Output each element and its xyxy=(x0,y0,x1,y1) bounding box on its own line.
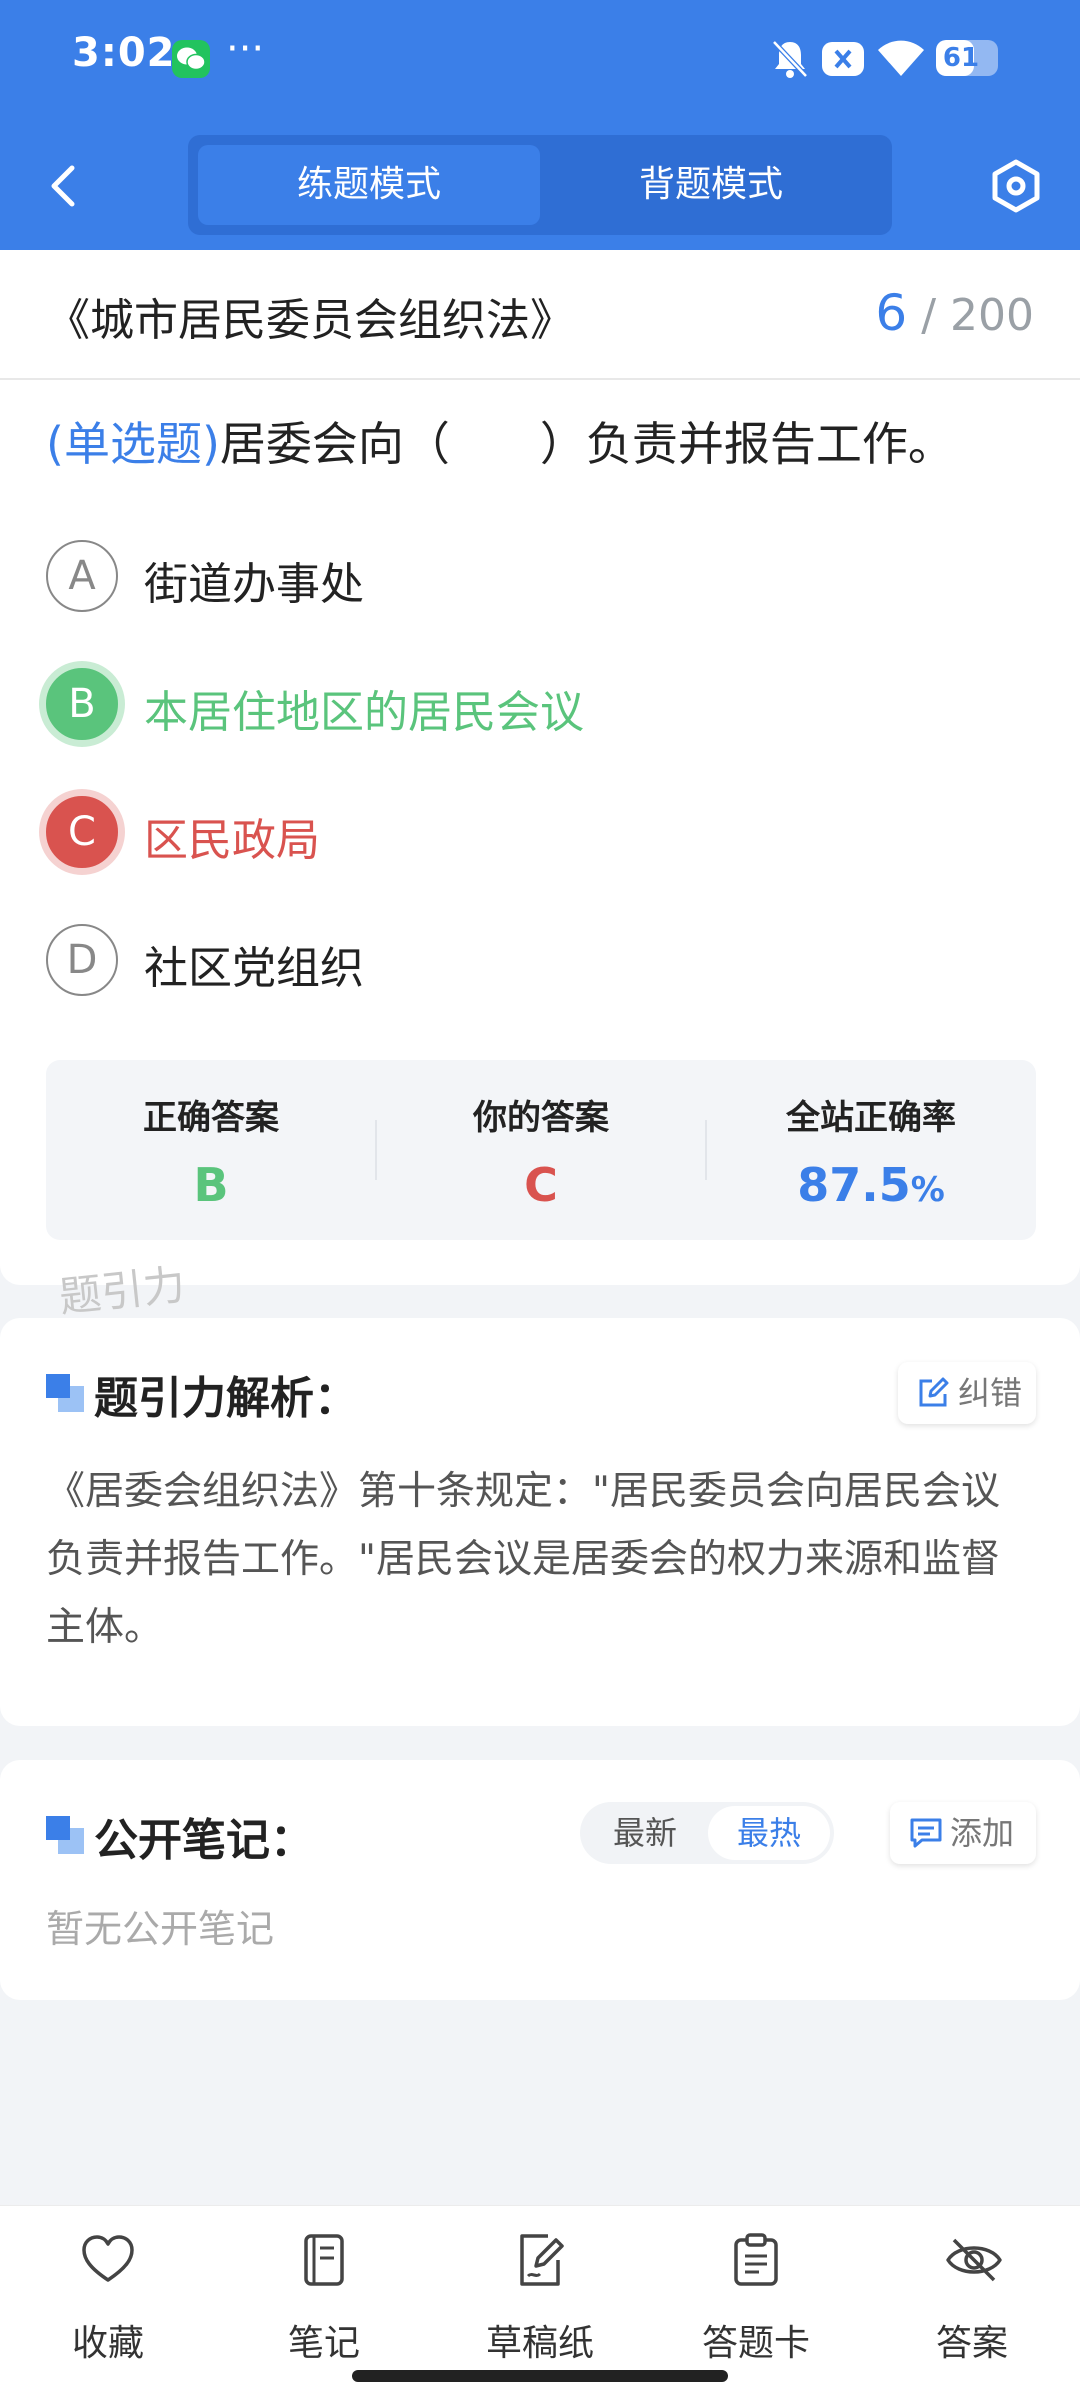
stem-after: ）负责并报告工作。 xyxy=(539,417,954,471)
top-header: 3:02 ··· 61 练题模式 背题模式 xyxy=(0,0,1080,250)
nav-answer[interactable]: 答案 xyxy=(864,2206,1080,2400)
question-progress[interactable]: 6 / 200 xyxy=(875,284,1034,342)
sort-latest[interactable]: 最新 xyxy=(584,1806,706,1860)
draft-icon xyxy=(520,2234,564,2286)
notes-sort-toggle: 最新 最热 xyxy=(580,1802,834,1864)
option-letter: D xyxy=(46,924,118,996)
analysis-card: 题引力解析： 纠错 《居委会组织法》第十条规定："居民委员会向居民会议负责并报告… xyxy=(0,1318,1080,1726)
settings-button[interactable] xyxy=(990,158,1042,218)
correct-answer-label: 正确答案 xyxy=(143,1098,279,1138)
option-c[interactable]: C 区民政局 xyxy=(46,796,1026,868)
battery-level: 61 xyxy=(942,43,980,73)
battery-indicator: 61 xyxy=(936,40,998,76)
status-time: 3:02 xyxy=(72,30,176,76)
option-text: 社区党组织 xyxy=(144,943,364,994)
comment-icon xyxy=(910,1818,942,1848)
accuracy-number: 87.5 xyxy=(797,1158,911,1212)
question-type: (单选题) xyxy=(46,417,220,471)
close-badge-icon xyxy=(822,42,864,76)
option-text: 街道办事处 xyxy=(144,559,364,610)
option-letter: A xyxy=(46,540,118,612)
site-accuracy-label: 全站正确率 xyxy=(786,1098,956,1138)
eye-off-icon xyxy=(946,2238,1002,2282)
wifi-icon xyxy=(876,38,926,82)
question-stem: (单选题)居委会向（ ）负责并报告工作。 xyxy=(46,408,1046,474)
option-b[interactable]: B 本居住地区的居民会议 xyxy=(46,668,1026,740)
section-icon xyxy=(46,1374,84,1412)
nav-favorite-label: 收藏 xyxy=(71,2323,144,2364)
notes-card: 公开笔记： 最新 最热 添加 暂无公开笔记 xyxy=(0,1760,1080,2000)
correct-answer-value: B xyxy=(193,1158,229,1212)
edit-icon xyxy=(919,1377,949,1407)
nav-notes-label: 笔记 xyxy=(287,2323,360,2364)
analysis-text: 《居委会组织法》第十条规定："居民委员会向居民会议负责并报告工作。"居民会议是居… xyxy=(46,1469,1000,1650)
book-title: 《城市居民委员会组织法》 xyxy=(46,295,574,346)
tab-practice-mode[interactable]: 练题模式 xyxy=(198,145,540,225)
sort-hot[interactable]: 最热 xyxy=(708,1806,830,1860)
nav-favorite[interactable]: 收藏 xyxy=(0,2206,216,2400)
analysis-title: 题引力解析： xyxy=(94,1373,358,1424)
section-icon xyxy=(46,1816,84,1854)
option-letter: C xyxy=(46,796,118,868)
answer-summary: 正确答案 B 你的答案 C 全站正确率 87.5% xyxy=(46,1060,1036,1240)
option-text: 区民政局 xyxy=(144,815,320,866)
progress-total: 200 xyxy=(950,290,1034,341)
site-accuracy-col: 全站正确率 87.5% xyxy=(706,1060,1036,1240)
add-note-button[interactable]: 添加 xyxy=(890,1802,1036,1864)
your-answer-value: C xyxy=(524,1158,558,1212)
notes-empty-text: 暂无公开笔记 xyxy=(46,1907,275,1951)
option-a[interactable]: A 街道办事处 xyxy=(46,540,1026,612)
report-error-button[interactable]: 纠错 xyxy=(898,1362,1036,1424)
more-notifications-icon: ··· xyxy=(226,26,265,72)
heart-icon xyxy=(82,2235,134,2282)
stem-before: 居委会向（ xyxy=(219,417,450,471)
question-title-row: 《城市居民委员会组织法》 6 / 200 xyxy=(0,250,1080,380)
progress-current: 6 xyxy=(875,284,908,342)
nav-scratch-label: 草稿纸 xyxy=(485,2323,594,2364)
back-button[interactable] xyxy=(42,158,86,214)
notebook-icon xyxy=(304,2234,344,2286)
option-letter: B xyxy=(46,668,118,740)
add-note-label: 添加 xyxy=(950,1814,1015,1852)
question-card: 《城市居民委员会组织法》 6 / 200 (单选题)居委会向（ ）负责并报告工作。… xyxy=(0,250,1080,1285)
mode-switch: 练题模式 背题模式 xyxy=(188,135,892,235)
nav-answer-card-label: 答题卡 xyxy=(701,2323,810,2364)
tab-memorize-mode[interactable]: 背题模式 xyxy=(540,145,882,225)
watermark: 题引力 xyxy=(56,1259,188,1322)
home-indicator[interactable] xyxy=(352,2370,728,2382)
option-text: 本居住地区的居民会议 xyxy=(144,687,584,738)
your-answer-label: 你的答案 xyxy=(473,1098,609,1138)
notes-title: 公开笔记： xyxy=(94,1815,314,1866)
report-error-label: 纠错 xyxy=(958,1374,1023,1412)
bell-off-icon xyxy=(770,38,810,84)
site-accuracy-value: 87.5% xyxy=(706,1158,1036,1212)
accuracy-unit: % xyxy=(910,1170,945,1210)
nav-answer-label: 答案 xyxy=(935,2323,1008,2364)
correct-answer-col: 正确答案 B xyxy=(46,1060,376,1240)
wechat-icon xyxy=(172,40,210,78)
progress-separator: / xyxy=(921,290,937,341)
status-bar: 3:02 ··· 61 xyxy=(0,0,1080,120)
option-d[interactable]: D 社区党组织 xyxy=(46,924,1026,996)
clipboard-icon xyxy=(734,2233,778,2286)
your-answer-col: 你的答案 C xyxy=(376,1060,706,1240)
